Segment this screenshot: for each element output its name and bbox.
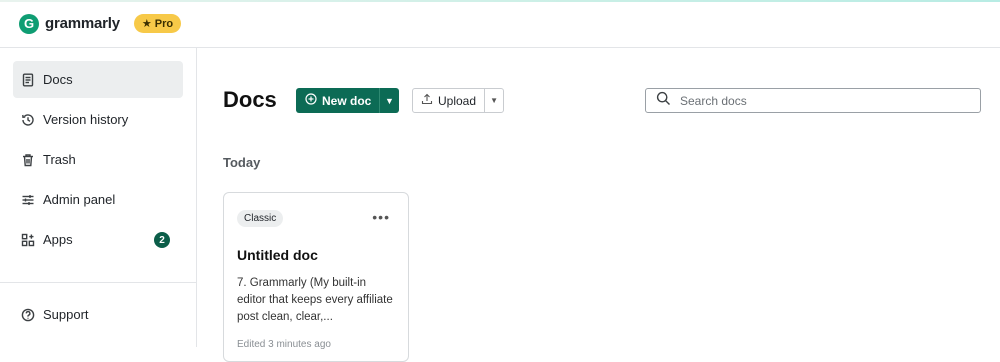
grammarly-logo-icon: G — [19, 13, 39, 34]
upload-label: Upload — [438, 93, 477, 108]
sidebar-item-label: Trash — [43, 152, 76, 167]
section-heading-today: Today — [223, 155, 261, 170]
search-input[interactable] — [680, 93, 970, 108]
doc-type-badge: Classic — [237, 210, 284, 227]
page-title: Docs — [223, 87, 277, 112]
trash-icon — [21, 153, 35, 167]
pro-badge-label: Pro — [154, 17, 174, 30]
document-edited-time: Edited 3 minutes ago — [237, 339, 331, 350]
apps-icon — [21, 233, 35, 247]
sliders-icon — [21, 193, 35, 207]
search-box[interactable] — [645, 88, 981, 113]
history-icon — [21, 113, 35, 127]
sidebar-item-label: Version history — [43, 112, 129, 127]
new-doc-button-group: New doc ▼ — [296, 88, 399, 113]
document-snippet: 7. Grammarly (My built-in editor that ke… — [237, 277, 393, 323]
document-title: Untitled doc — [237, 247, 318, 263]
sidebar-item-label: Apps — [43, 232, 73, 247]
top-bar: G grammarly ★ Pro — [0, 0, 1000, 48]
sidebar-item-version-history[interactable]: Version history — [13, 101, 183, 138]
sidebar: Docs Version history Trash Admin panel A… — [0, 48, 197, 347]
sidebar-item-docs[interactable]: Docs — [13, 61, 183, 98]
document-card[interactable]: Classic ••• Untitled doc 7. Grammarly (M… — [223, 192, 409, 362]
brand-name: grammarly — [45, 15, 120, 32]
upload-icon — [421, 93, 433, 108]
grammarly-logo[interactable]: G grammarly — [19, 13, 120, 34]
sidebar-item-label: Support — [43, 307, 89, 322]
sidebar-item-admin-panel[interactable]: Admin panel — [13, 181, 183, 218]
upload-button[interactable]: Upload — [413, 89, 484, 112]
search-icon — [656, 91, 671, 111]
sidebar-item-label: Admin panel — [43, 192, 116, 207]
main-content: Docs New doc ▼ Upload ▼ Today — [197, 48, 1000, 362]
sidebar-item-support[interactable]: Support — [13, 296, 183, 333]
new-doc-dropdown-button[interactable]: ▼ — [380, 88, 399, 113]
help-icon — [21, 308, 35, 322]
upload-button-group: Upload ▼ — [412, 88, 504, 113]
pro-badge[interactable]: ★ Pro — [133, 14, 182, 33]
star-icon: ★ — [141, 18, 152, 30]
sidebar-item-trash[interactable]: Trash — [13, 141, 183, 178]
caret-down-icon: ▼ — [490, 96, 499, 105]
upload-dropdown-button[interactable]: ▼ — [485, 89, 503, 112]
caret-down-icon: ▼ — [385, 95, 394, 106]
plus-circle-icon — [305, 93, 317, 108]
new-doc-button[interactable]: New doc — [296, 88, 379, 113]
new-doc-label: New doc — [322, 93, 372, 108]
document-icon — [21, 73, 35, 87]
sidebar-divider — [0, 282, 196, 283]
sidebar-item-label: Docs — [43, 72, 73, 87]
sidebar-item-apps[interactable]: Apps 2 — [13, 221, 183, 258]
more-options-icon[interactable]: ••• — [372, 210, 390, 224]
apps-count-badge: 2 — [154, 232, 170, 248]
